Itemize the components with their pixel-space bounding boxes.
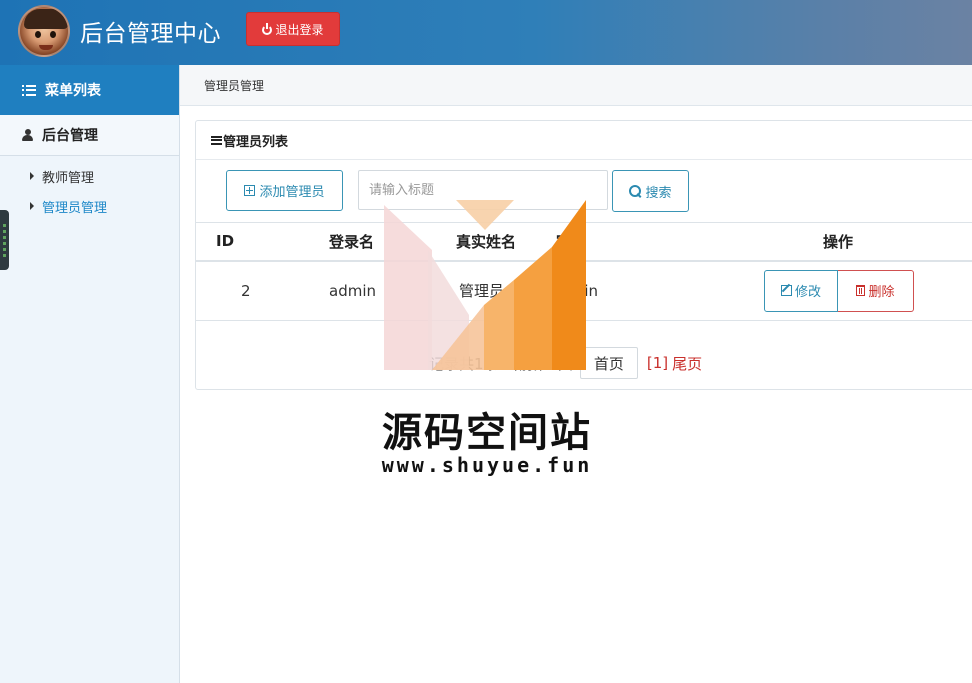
trash-icon — [856, 285, 866, 297]
logout-button[interactable]: 退出登录 — [246, 12, 340, 46]
plus-square-icon — [244, 185, 256, 196]
sidebar-item-admin[interactable]: 管理员管理 — [0, 191, 179, 221]
column-header-login-name: 登录名 — [276, 222, 396, 262]
search-icon — [629, 185, 642, 197]
search-label: 搜索 — [645, 185, 672, 201]
column-header-real-name: 真实姓名 — [396, 222, 541, 262]
sidebar-group-label: 后台管理 — [42, 128, 98, 144]
user-icon — [22, 129, 33, 141]
logout-label: 退出登录 — [275, 22, 324, 37]
cell-password: admin — [541, 260, 696, 321]
column-header-id: ID — [196, 222, 276, 262]
add-admin-label: 添加管理员 — [259, 185, 325, 200]
edit-label: 修改 — [794, 285, 821, 301]
breadcrumb-current: 管理员管理 — [204, 78, 265, 93]
sidebar: 菜单列表 后台管理 教师管理 管理员管理 — [0, 65, 180, 683]
sidebar-group-backend[interactable]: 后台管理 — [0, 115, 179, 156]
cell-login-name: admin — [276, 260, 396, 321]
cell-id: 2 — [196, 260, 276, 321]
pagination-info: 记录共1条 当前第1页 — [429, 354, 573, 373]
main-content: 管理员管理 管理员列表 添加管理员 搜索 ID 登录名 — [180, 65, 972, 683]
side-drag-handle[interactable] — [0, 210, 9, 270]
pagination: 记录共1条 当前第1页 首页 [1] 尾页 — [196, 343, 972, 383]
edit-icon — [780, 285, 792, 297]
column-header-actions: 操作 — [696, 222, 972, 262]
sidebar-item-teacher[interactable]: 教师管理 — [0, 161, 179, 191]
add-admin-button[interactable]: 添加管理员 — [226, 170, 343, 211]
breadcrumb: 管理员管理 — [180, 65, 972, 106]
panel-title-label: 管理员列表 — [223, 134, 289, 150]
sidebar-heading: 菜单列表 — [0, 65, 179, 115]
edit-button[interactable]: 修改 — [764, 269, 838, 312]
power-icon — [262, 23, 273, 35]
cell-actions: 修改 删除 — [696, 260, 972, 321]
list-icon — [22, 84, 36, 96]
column-header-password: 密码 — [541, 222, 696, 262]
delete-label: 删除 — [868, 285, 895, 301]
table-header-row: ID 登录名 真实姓名 密码 操作 — [196, 222, 972, 262]
avatar — [18, 5, 70, 57]
current-page-indicator: [1] — [646, 354, 669, 372]
caret-right-icon — [30, 172, 34, 180]
last-page-link[interactable]: 尾页 — [672, 353, 702, 374]
caret-right-icon — [30, 202, 34, 210]
list-icon — [211, 135, 222, 145]
panel-title: 管理员列表 — [196, 121, 972, 160]
toolbar: 添加管理员 搜索 — [196, 160, 972, 222]
sidebar-heading-label: 菜单列表 — [45, 83, 101, 99]
search-button[interactable]: 搜索 — [612, 170, 689, 212]
app-title: 后台管理中心 — [80, 21, 221, 47]
sidebar-item-label: 教师管理 — [42, 170, 95, 186]
admin-list-panel: 管理员列表 添加管理员 搜索 ID 登录名 真实姓名 密码 操作 — [195, 120, 972, 390]
cell-real-name: 管理员 — [396, 260, 541, 321]
delete-button[interactable]: 删除 — [838, 269, 914, 312]
search-input[interactable] — [358, 170, 608, 210]
admin-table: ID 登录名 真实姓名 密码 操作 2 admin 管理员 admin 修改 删… — [196, 222, 972, 321]
top-header: 后台管理中心 退出登录 — [0, 0, 972, 65]
table-row: 2 admin 管理员 admin 修改 删除 — [196, 260, 972, 321]
first-page-button[interactable]: 首页 — [579, 347, 638, 379]
sidebar-item-label: 管理员管理 — [42, 200, 108, 216]
